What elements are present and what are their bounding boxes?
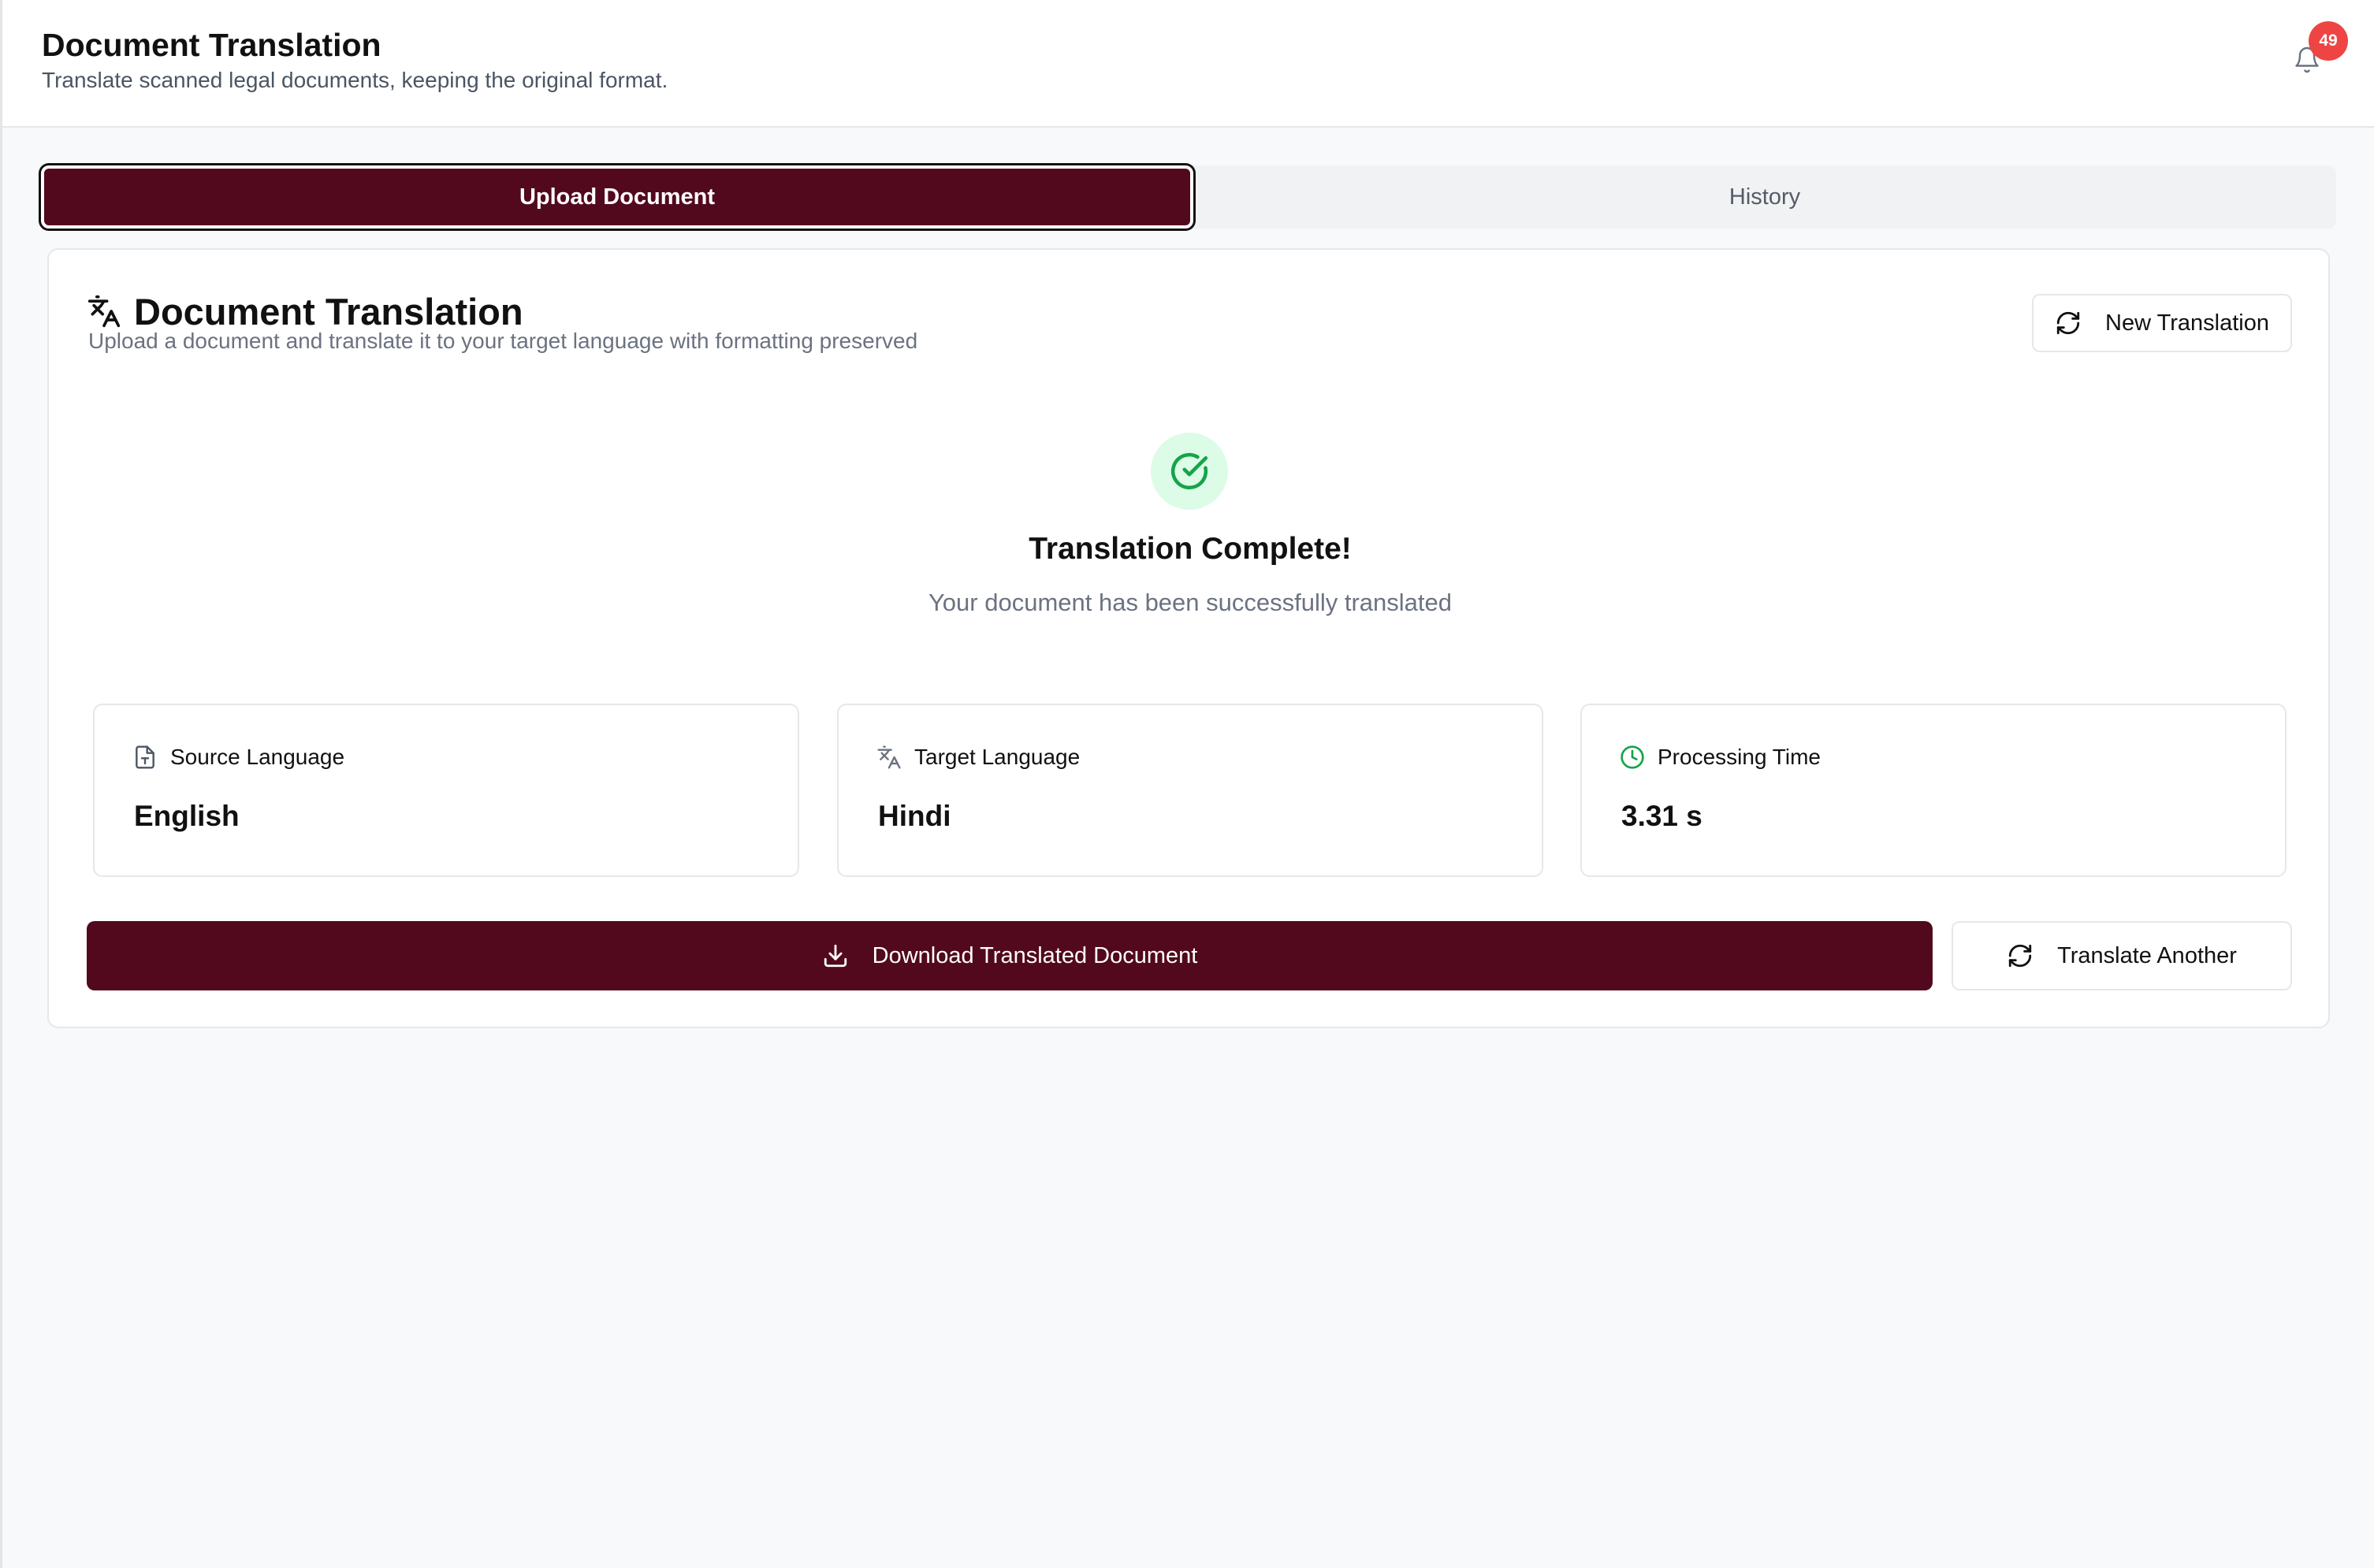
- translate-another-label: Translate Another: [2057, 942, 2237, 968]
- stat-value: English: [134, 800, 240, 832]
- success-message: Your document has been successfully tran…: [928, 589, 1453, 616]
- new-translation-button[interactable]: New Translation: [2032, 294, 2292, 352]
- stat-source-language: Source Language English: [93, 704, 799, 877]
- tab-upload-document[interactable]: Upload Document: [41, 165, 1193, 229]
- download-icon: [824, 944, 847, 968]
- success-badge: [1151, 433, 1228, 510]
- stat-label: Processing Time: [1658, 745, 1821, 769]
- card-title: Document Translation: [134, 290, 523, 333]
- page-title: Document Translation: [42, 27, 381, 63]
- translate-icon: [877, 745, 901, 769]
- clock-icon: [1620, 745, 1644, 769]
- download-label: Download Translated Document: [872, 942, 1198, 968]
- stat-label: Target Language: [914, 745, 1081, 769]
- card-description: Upload a document and translate it to yo…: [88, 329, 918, 353]
- tab-bar: Upload Document History: [41, 165, 2336, 229]
- file-icon: [136, 745, 154, 769]
- new-translation-label: New Translation: [2105, 310, 2269, 336]
- refresh-icon: [2008, 944, 2032, 968]
- translate-another-button[interactable]: Translate Another: [1952, 921, 2292, 990]
- stat-processing-time: Processing Time 3.31 s: [1580, 704, 2287, 877]
- card-header: Document Translation: [87, 288, 523, 335]
- app-header: Document Translation Translate scanned l…: [2, 0, 2374, 128]
- stat-value: Hindi: [878, 800, 951, 832]
- translation-card: Document Translation Upload a document a…: [47, 248, 2330, 1028]
- refresh-icon: [2056, 311, 2080, 335]
- check-circle-icon: [1170, 452, 1208, 490]
- success-heading: Translation Complete!: [1029, 532, 1352, 566]
- window-edge: [0, 0, 2, 1568]
- translate-icon: [87, 295, 121, 328]
- stat-target-language: Target Language Hindi: [837, 704, 1543, 877]
- notification-badge[interactable]: 49: [2309, 21, 2348, 61]
- page-subtitle: Translate scanned legal documents, keepi…: [42, 68, 668, 92]
- stat-value: 3.31 s: [1621, 800, 1702, 832]
- tab-history[interactable]: History: [1193, 165, 2336, 229]
- stat-label: Source Language: [170, 745, 345, 769]
- download-button[interactable]: Download Translated Document: [87, 921, 1933, 990]
